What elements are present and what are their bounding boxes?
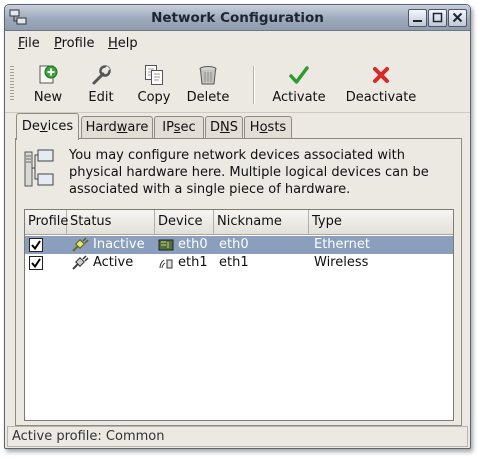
profile-checkbox[interactable]: [29, 256, 43, 270]
menu-help-mnemonic: H: [108, 36, 118, 51]
delete-button-label: Delete: [186, 90, 230, 105]
status-bar: Active profile: Common: [7, 426, 468, 447]
type-cell: Wireless: [314, 255, 369, 270]
maximize-button[interactable]: [428, 9, 447, 27]
tab-ipsec-label-b: ec: [180, 120, 196, 135]
new-device-icon: [39, 65, 58, 84]
device-cell: eth0: [178, 237, 208, 252]
devices-table: Profile Status Device Nickname Type Inac…: [24, 209, 454, 421]
column-device[interactable]: Device: [155, 210, 214, 234]
active-plug-icon: [72, 255, 89, 270]
menu-help-label: elp: [117, 36, 138, 51]
tab-hardware-mnemonic: w: [116, 120, 128, 135]
tab-ipsec-label-a: IP: [162, 120, 174, 135]
new-button[interactable]: New: [29, 60, 67, 110]
close-button[interactable]: [448, 9, 467, 27]
wireless-icon: [159, 259, 173, 269]
active-profile-text: Active profile: Common: [12, 429, 165, 444]
tab-devices-mnemonic: v: [39, 119, 48, 134]
tab-dns-mnemonic: N: [220, 120, 230, 135]
tab-dns-label-a: D: [209, 120, 220, 135]
tab-devices[interactable]: Devices: [16, 113, 79, 140]
toolbar: New Edit Copy Delete Activate Deactivate: [5, 56, 470, 113]
minimize-button[interactable]: [408, 9, 427, 27]
tab-ipsec[interactable]: IPsec: [154, 116, 204, 139]
menu-file-label: ile: [24, 36, 40, 51]
profile-checkbox[interactable]: [29, 238, 43, 252]
menu-file[interactable]: File: [18, 36, 40, 51]
tab-hardware-label-a: Hard: [85, 120, 117, 135]
copy-button-label: Copy: [137, 90, 171, 105]
column-type[interactable]: Type: [309, 210, 453, 234]
minimize-icon: [413, 20, 422, 22]
delete-button[interactable]: Delete: [185, 60, 231, 110]
devices-panel: You may configure network devices associ…: [15, 138, 462, 426]
tab-devices-label-b: ices: [47, 119, 74, 134]
copy-icon: [145, 65, 163, 85]
inactive-plug-icon: [72, 237, 89, 252]
nickname-cell: eth1: [219, 255, 249, 270]
table-row[interactable]: Active eth1 eth1 Wireless: [25, 254, 453, 272]
tab-hosts-label-a: H: [249, 120, 260, 135]
tab-hardware[interactable]: Hardware: [81, 116, 153, 139]
tab-hosts-mnemonic: o: [259, 120, 268, 135]
column-nickname[interactable]: Nickname: [214, 210, 309, 234]
network-configuration-window: Network Configuration File Profile Help …: [4, 4, 471, 449]
column-status[interactable]: Status: [67, 210, 155, 234]
new-button-label: New: [33, 90, 63, 105]
menu-bar: File Profile Help: [5, 31, 470, 55]
copy-button[interactable]: Copy: [135, 60, 173, 110]
deactivate-button-label: Deactivate: [345, 90, 417, 105]
edit-button[interactable]: Edit: [83, 60, 119, 110]
tab-strip: Devices Hardware IPsec DNS Hosts: [15, 113, 455, 140]
tab-dns[interactable]: DNS: [205, 116, 243, 139]
toolbar-grip[interactable]: [10, 66, 14, 102]
tab-ipsec-mnemonic: s: [173, 120, 181, 135]
tab-dns-label-b: S: [229, 120, 238, 135]
title-bar[interactable]: Network Configuration: [5, 5, 470, 31]
network-devices-icon: [24, 149, 54, 187]
close-icon: [452, 12, 463, 23]
menu-profile-label: rofile: [61, 36, 95, 51]
type-cell: Ethernet: [314, 237, 370, 252]
menu-profile-mnemonic: P: [54, 36, 62, 51]
activate-button-label: Activate: [272, 90, 326, 105]
toolbar-separator: [253, 66, 255, 104]
table-row[interactable]: Inactive eth0 eth0 Ethernet: [25, 236, 453, 254]
edit-button-label: Edit: [88, 90, 114, 105]
ethernet-card-icon: [158, 239, 174, 251]
check-icon: [289, 66, 309, 84]
x-icon: [373, 67, 389, 83]
tab-hosts-label-b: sts: [267, 120, 287, 135]
device-cell: eth1: [178, 255, 208, 270]
status-cell: Active: [93, 255, 134, 270]
tab-devices-label-a: De: [21, 119, 40, 134]
menu-help[interactable]: Help: [108, 36, 138, 51]
checkmark-icon: [31, 240, 41, 251]
deactivate-button[interactable]: Deactivate: [343, 60, 419, 110]
checkmark-icon: [31, 258, 41, 269]
window-title: Network Configuration: [151, 10, 324, 26]
wrench-icon: [92, 65, 111, 85]
tab-hardware-label-b: are: [127, 120, 149, 135]
menu-profile[interactable]: Profile: [54, 36, 94, 51]
maximize-icon: [432, 12, 443, 23]
info-text: You may configure network devices associ…: [69, 148, 429, 197]
status-cell: Inactive: [93, 237, 145, 252]
activate-button[interactable]: Activate: [269, 60, 329, 110]
trash-icon: [199, 66, 217, 85]
column-profile[interactable]: Profile: [25, 210, 68, 234]
table-header: Profile Status Device Nickname Type: [25, 210, 453, 235]
nickname-cell: eth0: [219, 237, 249, 252]
tab-hosts[interactable]: Hosts: [244, 116, 292, 139]
